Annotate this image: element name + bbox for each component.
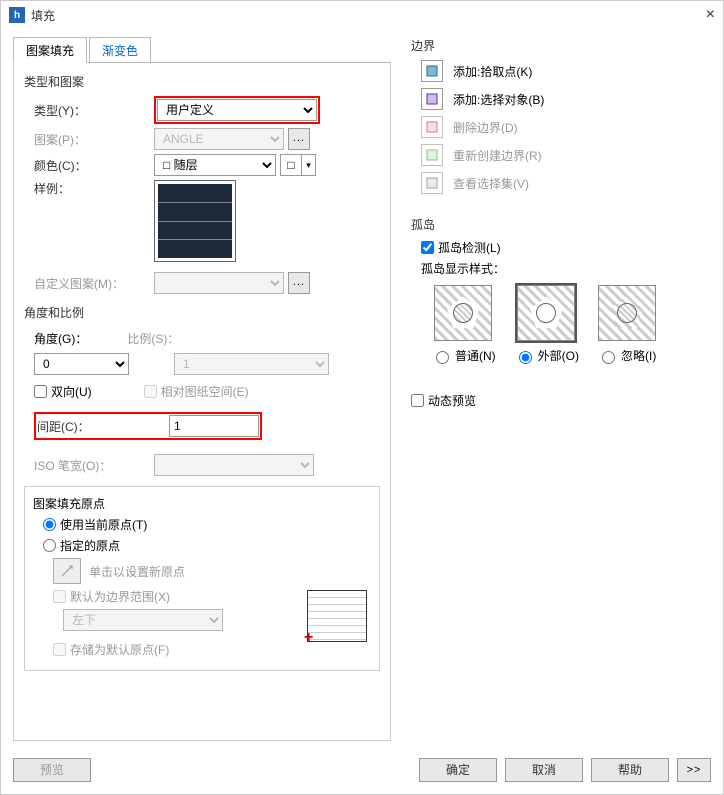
custom-pattern-select (154, 272, 284, 294)
titlebar: h 填充 × (1, 1, 723, 29)
preview-button: 预览 (13, 758, 91, 782)
type-pattern-section-title: 类型和图案 (24, 73, 380, 90)
angle-scale-section-title: 角度和比例 (24, 304, 380, 321)
expand-button[interactable]: >> (677, 758, 711, 782)
delete-boundary-icon (421, 116, 443, 138)
island-ignore-thumb[interactable] (598, 285, 656, 341)
swatch-none-icon: □ (287, 158, 294, 172)
close-icon[interactable]: × (706, 6, 715, 24)
store-default-origin-checkbox: 存储为默认原点(F) (53, 641, 371, 658)
scale-select: 1 (174, 353, 329, 375)
iso-pen-select (154, 454, 314, 476)
color-swatch-control[interactable]: □ ▾ (280, 154, 316, 176)
click-set-origin-label: 单击以设置新原点 (89, 563, 185, 580)
sample-label: 样例： (34, 180, 154, 197)
recreate-boundary-icon (421, 144, 443, 166)
angle-select[interactable]: 0 (34, 353, 129, 375)
island-outer-thumb[interactable] (517, 285, 575, 341)
sample-preview[interactable] (154, 180, 236, 262)
origin-section-title: 图案填充原点 (33, 495, 371, 512)
window-title: 填充 (31, 7, 55, 24)
double-direction-checkbox[interactable]: 双向(U) (34, 383, 92, 400)
island-normal-thumb[interactable] (434, 285, 492, 341)
origin-specify-radio[interactable]: 指定的原点 (43, 537, 371, 554)
chevron-down-icon: ▾ (302, 154, 316, 176)
boundary-section-title: 边界 (411, 37, 711, 54)
recreate-boundary-button: 重新创建边界(R) (411, 144, 711, 166)
help-button[interactable]: 帮助 (591, 758, 669, 782)
app-icon: h (9, 7, 25, 23)
origin-preview-thumb: + (307, 590, 367, 642)
hatch-dialog: h 填充 × 图案填充 渐变色 类型和图案 类型(Y)： (0, 0, 724, 795)
cancel-button[interactable]: 取消 (505, 758, 583, 782)
island-normal-radio[interactable]: 普通(N) (431, 347, 496, 364)
origin-crosshair-icon: + (304, 629, 313, 647)
type-select[interactable]: 用户定义 (157, 99, 317, 121)
island-style-label: 孤岛显示样式： (421, 260, 711, 277)
pattern-label: 图案(P)： (34, 131, 154, 148)
pick-origin-icon (53, 558, 81, 584)
delete-boundary-button: 删除边界(D) (411, 116, 711, 138)
pattern-select: ANGLE (154, 128, 284, 150)
add-select-object-button[interactable]: 添加:选择对象(B) (411, 88, 711, 110)
island-detection-checkbox[interactable]: 孤岛检测(L) (421, 239, 711, 256)
spacing-label: 间距(C)： (37, 418, 169, 435)
origin-use-current-radio[interactable]: 使用当前原点(T) (43, 516, 371, 533)
color-label: 颜色(C)： (34, 157, 154, 174)
origin-position-select: 左下 (63, 609, 223, 631)
iso-pen-label: ISO 笔宽(O)： (34, 457, 154, 474)
spacing-input[interactable] (169, 415, 259, 437)
custom-pattern-label: 自定义图案(M)： (34, 275, 154, 292)
hatch-origin-group: 图案填充原点 使用当前原点(T) 指定的原点 (24, 486, 380, 671)
pick-point-icon (421, 60, 443, 82)
island-outer-radio[interactable]: 外部(O) (514, 347, 579, 364)
custom-browse-button[interactable]: ... (288, 272, 310, 294)
scale-label: 比例(S)： (127, 330, 179, 347)
tab-pattern-fill[interactable]: 图案填充 (13, 37, 87, 63)
view-selection-button: 查看选择集(V) (411, 172, 711, 194)
tab-gradient[interactable]: 渐变色 (89, 37, 151, 63)
color-select[interactable]: □ 随层 (154, 154, 276, 176)
pattern-browse-button[interactable]: ... (288, 128, 310, 150)
island-section-title: 孤岛 (411, 216, 711, 233)
ok-button[interactable]: 确定 (419, 758, 497, 782)
add-pick-point-button[interactable]: 添加:拾取点(K) (411, 60, 711, 82)
select-object-icon (421, 88, 443, 110)
dynamic-preview-checkbox[interactable]: 动态预览 (411, 392, 711, 409)
relative-paper-checkbox: 相对图纸空间(E) (144, 383, 249, 400)
dialog-footer: 预览 确定 取消 帮助 >> (1, 746, 723, 794)
island-ignore-radio[interactable]: 忽略(I) (597, 347, 656, 364)
view-selection-icon (421, 172, 443, 194)
type-label: 类型(Y)： (34, 102, 154, 119)
angle-label: 角度(G)： (34, 330, 87, 347)
